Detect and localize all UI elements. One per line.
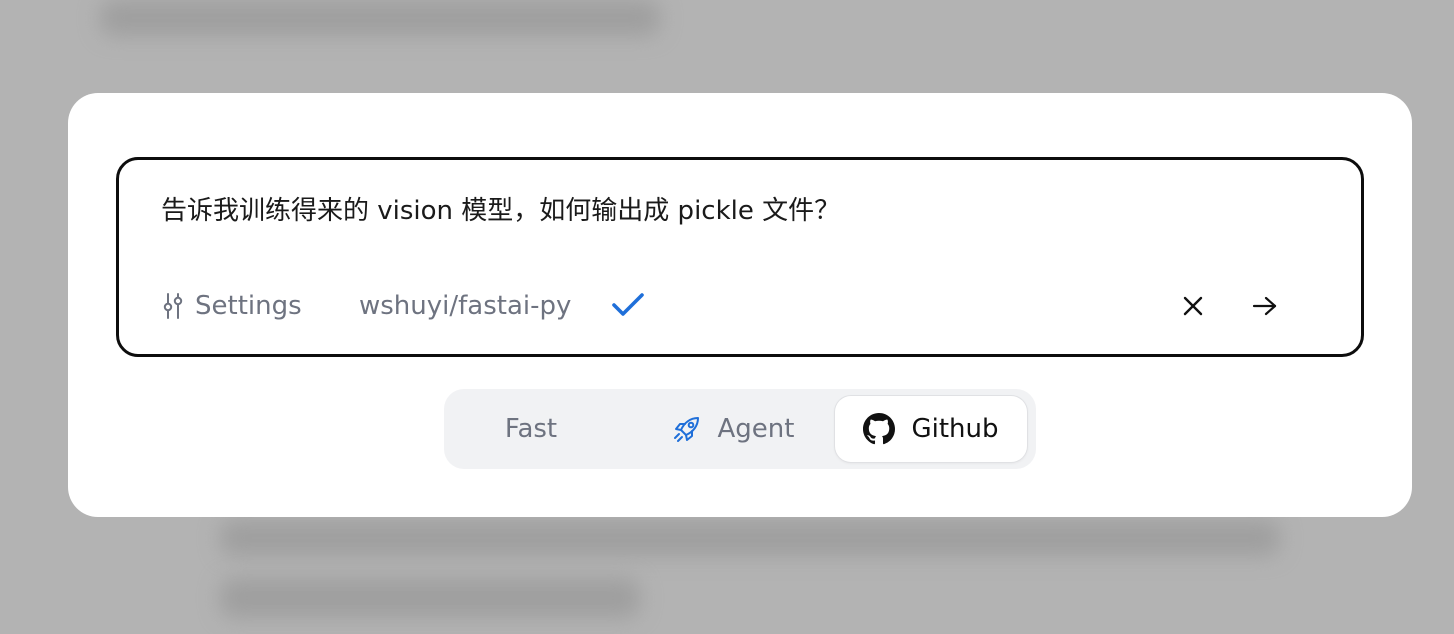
tab-agent-label: Agent	[717, 414, 795, 444]
arrow-right-icon	[1252, 296, 1277, 316]
tab-fast-label: Fast	[504, 414, 558, 444]
settings-label: Settings	[195, 291, 302, 321]
submit-button[interactable]	[1249, 290, 1281, 322]
search-dialog: 告诉我训练得来的 vision 模型，如何输出成 pickle 文件？ Sett…	[68, 93, 1412, 517]
query-input-box[interactable]: 告诉我训练得来的 vision 模型，如何输出成 pickle 文件？ Sett…	[116, 157, 1364, 357]
tab-github[interactable]: Github	[835, 396, 1027, 462]
mode-switcher: Fast Agent Github	[444, 389, 1036, 469]
tab-github-label: Github	[911, 414, 999, 444]
close-icon	[1183, 296, 1203, 316]
query-text[interactable]: 告诉我训练得来的 vision 模型，如何输出成 pickle 文件？	[161, 190, 840, 227]
settings-button[interactable]: Settings	[161, 288, 302, 324]
query-toolbar: Settings wshuyi/fastai-py	[161, 288, 1319, 324]
blurred-background-text	[100, 0, 660, 36]
repo-name[interactable]: wshuyi/fastai-py	[359, 288, 571, 324]
check-icon	[612, 293, 644, 316]
tab-agent[interactable]: Agent	[640, 396, 826, 462]
blurred-background-text	[220, 578, 640, 618]
clear-button[interactable]	[1177, 290, 1209, 322]
tab-fast[interactable]: Fast	[451, 396, 611, 462]
sliders-icon	[163, 293, 183, 319]
github-icon	[863, 413, 896, 445]
blurred-background-text	[220, 520, 1280, 556]
rocket-icon	[673, 417, 699, 442]
